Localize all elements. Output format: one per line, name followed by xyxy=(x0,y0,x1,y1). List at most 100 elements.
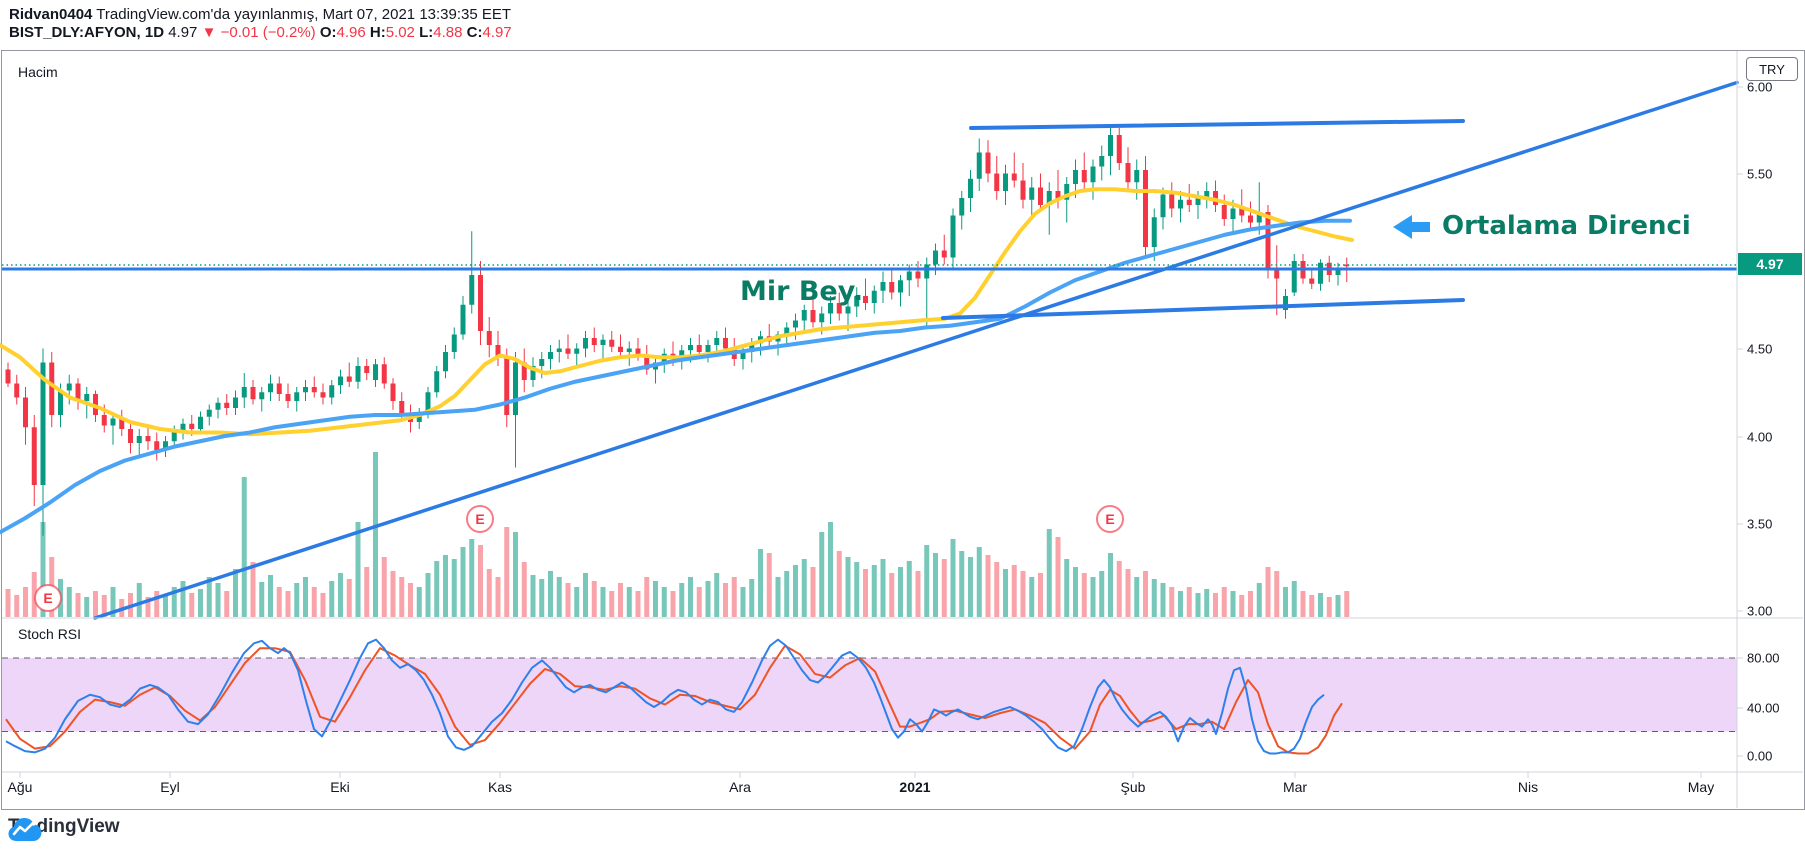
candle-body xyxy=(198,417,203,429)
price-axis-label[interactable]: 0.00 xyxy=(1747,749,1772,764)
ortalama-direnci-annotation[interactable]: Ortalama Direnci xyxy=(1442,211,1691,241)
volume-bar xyxy=(417,587,422,617)
time-axis-label-May[interactable]: May xyxy=(1688,779,1714,795)
time-axis-label-Kas[interactable]: Kas xyxy=(488,779,512,795)
volume-bar xyxy=(749,579,754,617)
candle-body xyxy=(312,387,317,392)
volume-bar xyxy=(776,577,781,617)
price-axis-label[interactable]: 40.00 xyxy=(1747,701,1780,716)
volume-bar xyxy=(1292,581,1297,617)
volume-bar xyxy=(522,562,527,617)
stoch-rsi-pane-label[interactable]: Stoch RSI xyxy=(18,626,81,642)
volume-bar xyxy=(434,561,439,617)
candle-body xyxy=(574,349,579,354)
volume-bar xyxy=(1091,577,1096,617)
volume-bar xyxy=(329,581,334,617)
time-axis-label-Ara[interactable]: Ara xyxy=(729,779,751,795)
volume-bar xyxy=(513,532,518,617)
time-axis-label-Şub[interactable]: Şub xyxy=(1121,779,1146,795)
volume-bar xyxy=(539,579,544,617)
tradingview-logo[interactable]: TradingView xyxy=(8,816,120,838)
candle-body xyxy=(294,392,299,401)
candle-body xyxy=(1231,209,1236,220)
candle-body xyxy=(1318,263,1323,284)
volume-bar xyxy=(1222,587,1227,617)
volume-bar xyxy=(968,557,973,617)
volume-bar xyxy=(1108,553,1113,617)
volume-bar xyxy=(1073,567,1078,617)
candle-body xyxy=(6,370,11,384)
volume-pane-label[interactable]: Hacim xyxy=(18,64,58,80)
candle-body xyxy=(1134,170,1139,182)
candle-body xyxy=(1248,216,1253,223)
price-axis-label[interactable]: 4.50 xyxy=(1747,342,1772,357)
time-axis-label-2021[interactable]: 2021 xyxy=(899,779,930,795)
volume-bar xyxy=(338,573,343,617)
time-axis-label-Mar[interactable]: Mar xyxy=(1283,779,1307,795)
volume-bar xyxy=(1257,583,1262,617)
upper-channel-trendline[interactable] xyxy=(971,121,1463,128)
volume-bar xyxy=(1283,587,1288,617)
volume-bar xyxy=(233,569,238,617)
volume-bar xyxy=(1239,595,1244,617)
volume-bar xyxy=(959,551,964,617)
candle-body xyxy=(391,384,396,402)
candle-body xyxy=(1187,200,1192,205)
mir-bey-annotation[interactable]: Mir Bey. xyxy=(740,276,863,307)
candle-body xyxy=(977,153,982,179)
volume-bar xyxy=(784,571,789,617)
volume-bar xyxy=(399,577,404,617)
volume-bar xyxy=(277,587,282,617)
price-axis-label[interactable]: 5.50 xyxy=(1747,167,1772,182)
candle-body xyxy=(566,349,571,354)
candle-body xyxy=(1029,188,1034,200)
candle-body xyxy=(268,384,273,393)
volume-bar xyxy=(811,567,816,617)
volume-bar xyxy=(1327,597,1332,617)
candle-body xyxy=(1099,156,1104,167)
candle-body xyxy=(1126,163,1131,182)
candle-body xyxy=(942,251,947,258)
candle-body xyxy=(364,366,369,373)
volume-bar xyxy=(592,581,597,617)
blue-ma-line[interactable] xyxy=(0,221,1350,533)
candle-body xyxy=(452,335,457,353)
candle-body xyxy=(1117,135,1122,163)
price-axis-label[interactable]: 3.00 xyxy=(1747,604,1772,619)
candle-body xyxy=(951,216,956,258)
volume-bar xyxy=(548,571,553,617)
candle-body xyxy=(146,436,151,441)
time-axis-label-Nis[interactable]: Nis xyxy=(1518,779,1538,795)
price-axis-label[interactable]: 4.00 xyxy=(1747,430,1772,445)
volume-bar xyxy=(426,573,431,617)
time-axis-label-Eyl[interactable]: Eyl xyxy=(160,779,179,795)
candle-body xyxy=(461,305,466,335)
price-axis-label[interactable]: 3.50 xyxy=(1747,517,1772,532)
candle-body xyxy=(959,198,964,216)
earnings-marker-letter: E xyxy=(475,511,484,527)
volume-bar xyxy=(881,559,886,617)
chart-canvas[interactable]: EEE xyxy=(0,0,1805,854)
price-axis-label[interactable]: 6.00 xyxy=(1747,80,1772,95)
candle-body xyxy=(1178,200,1183,209)
long-uptrend-trendline[interactable] xyxy=(95,83,1737,619)
time-axis-label-Eki[interactable]: Eki xyxy=(330,779,349,795)
candle-body xyxy=(627,349,632,353)
volume-bar xyxy=(679,583,684,617)
volume-bar xyxy=(1143,571,1148,617)
volume-bar xyxy=(618,583,623,617)
candle-body xyxy=(347,377,352,382)
volume-bar xyxy=(741,587,746,617)
time-axis-label-Ağu[interactable]: Ağu xyxy=(8,779,33,795)
candle-body xyxy=(1152,217,1157,247)
left-arrow-icon[interactable] xyxy=(1393,215,1430,239)
volume-bar xyxy=(382,557,387,617)
volume-bar xyxy=(373,452,378,617)
volume-bar xyxy=(84,597,89,617)
candle-body xyxy=(819,314,824,323)
currency-badge[interactable]: TRY xyxy=(1746,57,1798,81)
price-axis-label[interactable]: 80.00 xyxy=(1747,651,1780,666)
candle-body xyxy=(802,310,807,321)
candle-body xyxy=(924,265,929,279)
volume-bar xyxy=(644,577,649,617)
